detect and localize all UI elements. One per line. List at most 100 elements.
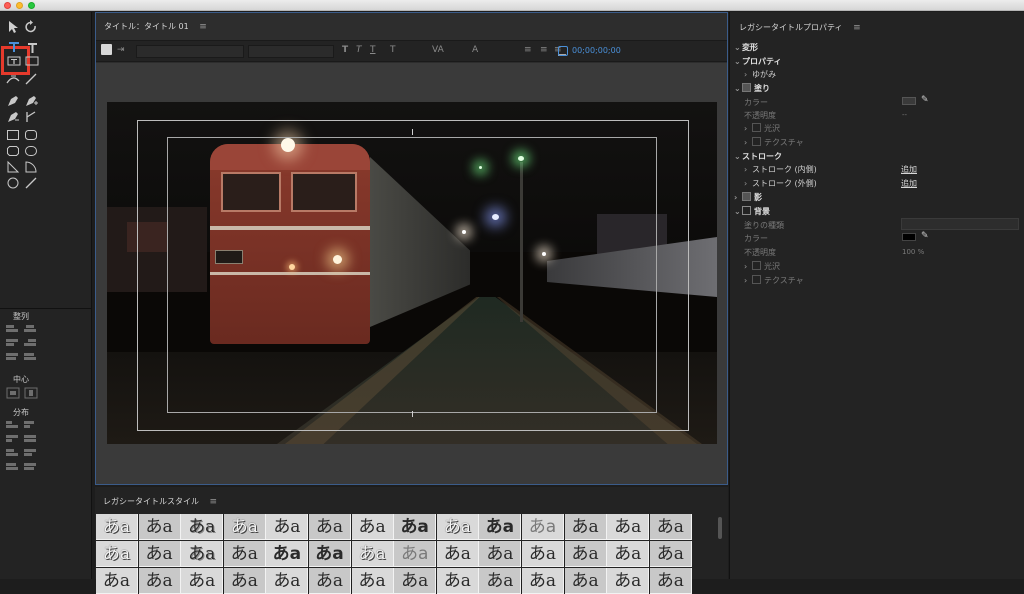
style-swatch[interactable]: あa bbox=[96, 514, 138, 540]
tab-stops-icon[interactable]: ⇥ bbox=[117, 45, 125, 55]
font-style-select[interactable] bbox=[248, 45, 334, 58]
style-swatch[interactable]: あa bbox=[138, 568, 181, 594]
distribute-left-icon[interactable] bbox=[6, 421, 18, 431]
bg-texture-row[interactable]: › テクスチャ bbox=[744, 275, 804, 286]
add-inner-stroke-link[interactable]: 追加 bbox=[901, 164, 917, 175]
align-center-h-icon[interactable] bbox=[24, 325, 36, 335]
rectangle-tool-icon[interactable] bbox=[6, 128, 20, 142]
style-swatch[interactable]: あa bbox=[96, 541, 138, 567]
bg-texture-checkbox[interactable] bbox=[752, 275, 761, 284]
panel-menu-icon[interactable]: ≡ bbox=[199, 22, 207, 32]
background-video-toggle-icon[interactable] bbox=[558, 46, 568, 56]
align-right-icon[interactable] bbox=[24, 339, 36, 349]
roll-crawl-options-icon[interactable] bbox=[101, 44, 112, 55]
fill-checkbox[interactable] bbox=[742, 83, 751, 92]
style-swatch[interactable]: あa bbox=[649, 568, 692, 594]
rounded-corner-rectangle-tool-icon[interactable] bbox=[24, 144, 38, 158]
texture-checkbox[interactable] bbox=[752, 137, 761, 146]
bg-eyedropper-icon[interactable]: ✎ bbox=[921, 231, 929, 241]
style-swatch[interactable]: あa bbox=[564, 514, 607, 540]
distribute-v-even-icon[interactable] bbox=[24, 463, 36, 473]
style-swatch[interactable]: あa bbox=[223, 541, 266, 567]
style-swatch[interactable]: あa bbox=[266, 541, 309, 567]
align-left-icon[interactable] bbox=[6, 325, 18, 335]
style-swatch[interactable]: あa bbox=[309, 568, 351, 594]
style-swatch[interactable]: あa bbox=[564, 568, 607, 594]
pen-tool-icon[interactable] bbox=[6, 94, 20, 108]
fill-eyedropper-icon[interactable]: ✎ bbox=[921, 95, 929, 105]
distribute-center-h-icon[interactable] bbox=[24, 421, 36, 431]
style-swatch[interactable]: あa bbox=[607, 568, 650, 594]
sheen-row[interactable]: › 光沢 bbox=[744, 123, 780, 134]
align-left-text-icon[interactable]: ≡ bbox=[524, 45, 532, 55]
style-swatch[interactable]: あa bbox=[394, 514, 437, 540]
arc-tool-icon[interactable] bbox=[24, 160, 38, 174]
background-timecode[interactable]: 00;00;00;00 bbox=[572, 46, 621, 55]
italic-icon[interactable]: T bbox=[356, 45, 362, 55]
style-swatch[interactable]: あa bbox=[436, 514, 479, 540]
inner-stroke-row[interactable]: › ストローク (内側) bbox=[744, 164, 817, 175]
convert-anchor-point-tool-icon[interactable] bbox=[24, 110, 38, 124]
style-swatch[interactable]: あa bbox=[309, 541, 351, 567]
bg-sheen-checkbox[interactable] bbox=[752, 261, 761, 270]
background-section[interactable]: ⌄ 背景 bbox=[734, 206, 770, 217]
style-swatch[interactable]: あa bbox=[479, 568, 522, 594]
bg-color-swatch[interactable] bbox=[902, 233, 916, 241]
fill-color-swatch[interactable] bbox=[902, 97, 916, 105]
style-swatch[interactable]: あa bbox=[351, 568, 394, 594]
line-tool-icon[interactable] bbox=[24, 176, 38, 190]
style-swatch[interactable]: あa bbox=[223, 568, 266, 594]
style-swatch[interactable]: あa bbox=[607, 541, 650, 567]
distribute-middle-v-icon[interactable] bbox=[24, 449, 36, 459]
outer-stroke-row[interactable]: › ストローク (外側) bbox=[744, 178, 817, 189]
add-outer-stroke-link[interactable]: 追加 bbox=[901, 178, 917, 189]
background-checkbox[interactable] bbox=[742, 206, 751, 215]
title-editor-tab[interactable]: タイトル：タイトル 01 ≡ bbox=[104, 21, 207, 32]
distribute-top-icon[interactable] bbox=[6, 449, 18, 459]
style-swatch[interactable]: あa bbox=[436, 541, 479, 567]
align-center-text-icon[interactable]: ≡ bbox=[540, 45, 548, 55]
font-size-icon[interactable]: T bbox=[390, 45, 396, 55]
close-window-button[interactable] bbox=[4, 2, 11, 9]
style-swatch[interactable]: あa bbox=[138, 541, 181, 567]
style-swatch[interactable]: あa bbox=[181, 568, 224, 594]
style-swatch[interactable]: あa bbox=[309, 514, 351, 540]
bg-opacity-value[interactable]: 100 % bbox=[902, 248, 924, 256]
fill-type-select[interactable] bbox=[901, 218, 1019, 230]
vertical-area-type-tool-icon[interactable] bbox=[25, 56, 39, 70]
style-swatch[interactable]: あa bbox=[649, 541, 692, 567]
type-tool-icon[interactable] bbox=[7, 40, 21, 54]
style-swatch[interactable]: あa bbox=[649, 514, 692, 540]
styles-panel-menu-icon[interactable]: ≡ bbox=[210, 497, 218, 507]
zoom-window-button[interactable] bbox=[28, 2, 35, 9]
style-swatch[interactable]: あa bbox=[436, 568, 479, 594]
fill-section[interactable]: ⌄ 塗り bbox=[734, 83, 770, 94]
stroke-section[interactable]: ⌄ストローク bbox=[734, 151, 782, 162]
align-middle-v-icon[interactable] bbox=[6, 353, 18, 363]
align-bottom-icon[interactable] bbox=[24, 353, 36, 363]
area-type-tool-icon[interactable] bbox=[7, 56, 21, 70]
style-swatch[interactable]: あa bbox=[479, 514, 522, 540]
style-swatch[interactable]: あa bbox=[522, 541, 564, 567]
styles-scrollbar[interactable] bbox=[718, 517, 722, 539]
sheen-checkbox[interactable] bbox=[752, 123, 761, 132]
vertical-type-tool-icon[interactable] bbox=[25, 41, 39, 55]
clipped-corner-rectangle-tool-icon[interactable] bbox=[6, 144, 20, 158]
distribute-right-icon[interactable] bbox=[6, 435, 18, 445]
delete-anchor-point-tool-icon[interactable] bbox=[6, 110, 20, 124]
title-canvas[interactable] bbox=[96, 63, 727, 484]
style-swatch[interactable]: あa bbox=[522, 568, 564, 594]
minimize-window-button[interactable] bbox=[16, 2, 23, 9]
properties-panel-menu-icon[interactable]: ≡ bbox=[853, 23, 861, 33]
style-swatch[interactable]: あa bbox=[181, 541, 224, 567]
bg-sheen-row[interactable]: › 光沢 bbox=[744, 261, 780, 272]
texture-row[interactable]: › テクスチャ bbox=[744, 137, 804, 148]
kerning-icon[interactable]: VA bbox=[432, 45, 444, 55]
add-anchor-point-tool-icon[interactable] bbox=[24, 94, 38, 108]
leading-icon[interactable]: A bbox=[472, 45, 478, 55]
style-swatch[interactable]: あa bbox=[607, 514, 650, 540]
transform-section[interactable]: ⌄変形 bbox=[734, 42, 758, 53]
distort-row[interactable]: › ゆがみ bbox=[744, 69, 776, 80]
ellipse-tool-icon[interactable] bbox=[6, 176, 20, 190]
wedge-tool-icon[interactable] bbox=[6, 160, 20, 174]
